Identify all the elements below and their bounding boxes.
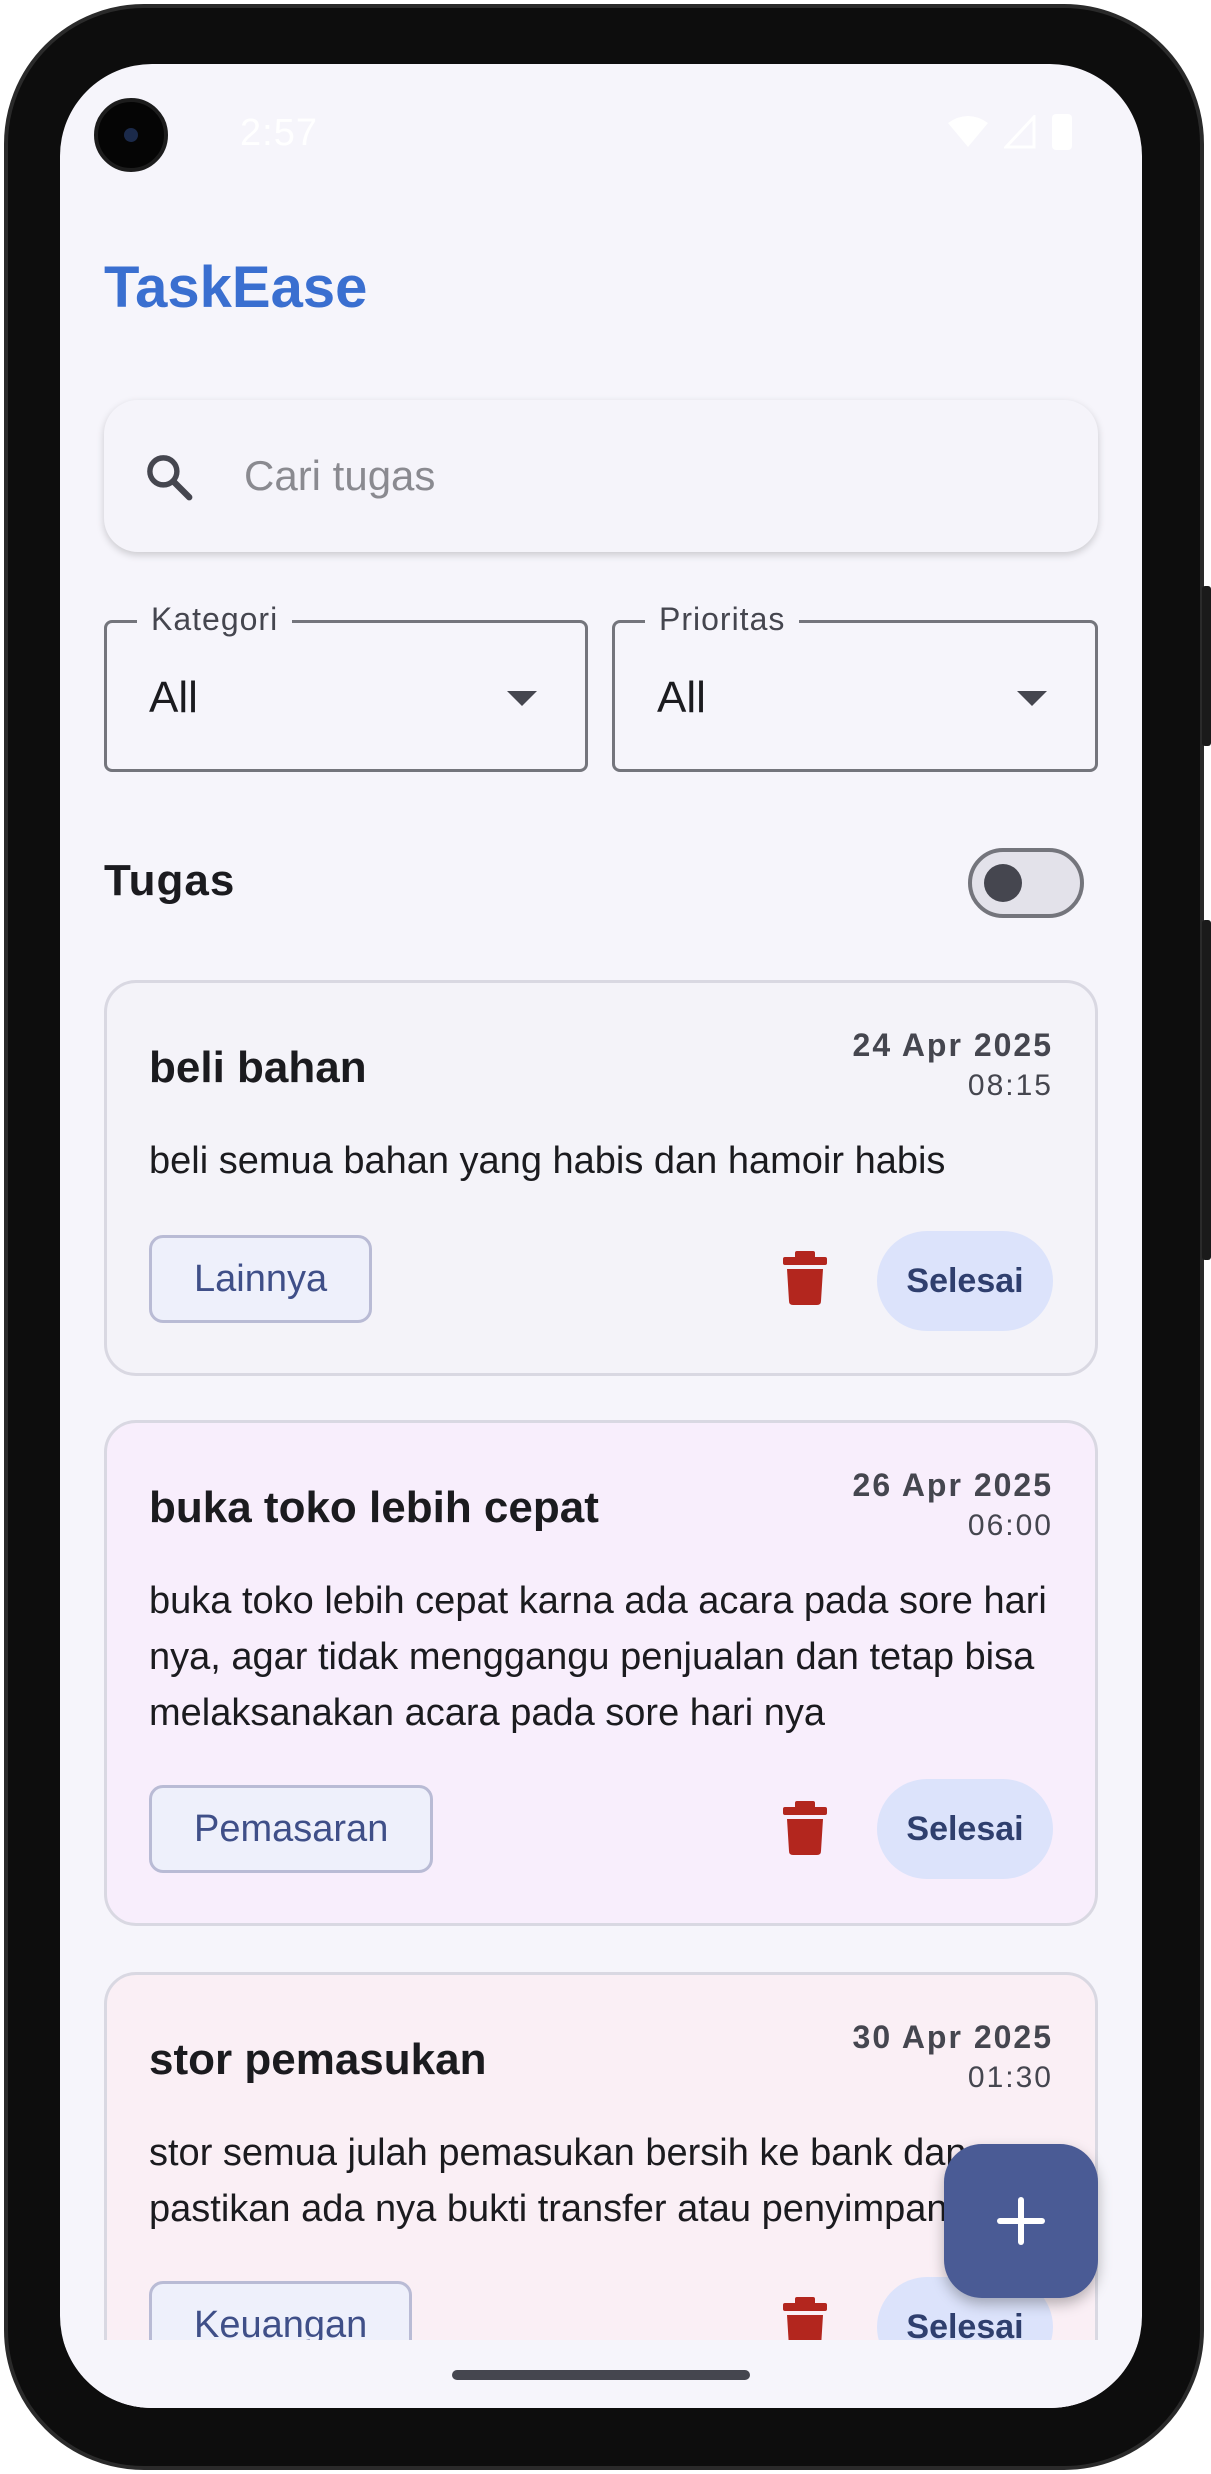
search-icon (147, 455, 193, 501)
app-screen: 2:57 TaskEase Kategori All Prioritas All… (60, 64, 1142, 2408)
task-description: beli semua bahan yang habis dan hamoir h… (149, 1140, 946, 1182)
search-input[interactable] (244, 440, 1044, 512)
task-card[interactable]: buka toko lebih cepat 26 Apr 2025 06:00 … (104, 1420, 1098, 1926)
plus-icon (997, 2197, 1045, 2245)
wifi-icon (948, 116, 988, 147)
search-bar[interactable] (104, 400, 1098, 552)
arrow-drop-down-icon (507, 691, 537, 706)
prioritas-value: All (657, 673, 706, 722)
status-time: 2:57 (240, 112, 318, 154)
add-task-fab[interactable] (944, 2144, 1098, 2298)
kategori-value: All (149, 673, 198, 722)
task-time: 01:30 (967, 2061, 1053, 2094)
home-indicator[interactable] (452, 2370, 750, 2380)
category-chip[interactable]: Lainnya (149, 1235, 373, 1323)
arrow-drop-down-icon (1017, 691, 1047, 706)
task-date: 30 Apr 2025 (852, 2019, 1053, 2055)
kategori-dropdown[interactable]: Kategori All (104, 601, 588, 772)
task-description: buka toko lebih cepat karna ada acara pa… (149, 1580, 1047, 1734)
power-button (1202, 586, 1211, 746)
task-title: stor pemasukan (149, 2035, 487, 2084)
status-icons (948, 114, 1072, 150)
volume-button (1202, 920, 1211, 1260)
app-title: TaskEase (104, 255, 368, 320)
category-chip[interactable]: Pemasaran (149, 1785, 434, 1873)
task-card[interactable]: beli bahan 24 Apr 2025 08:15 beli semua … (104, 980, 1098, 1376)
task-title: beli bahan (149, 1043, 367, 1092)
task-time: 06:00 (967, 1509, 1053, 1542)
task-description: stor semua julah pemasukan bersih ke ban… (149, 2132, 990, 2230)
task-time: 08:15 (967, 1069, 1053, 1102)
tasks-toggle-switch[interactable] (968, 848, 1084, 918)
kategori-label: Kategori (137, 601, 293, 638)
battery-icon (1052, 114, 1072, 150)
trash-icon[interactable] (783, 1801, 827, 1855)
prioritas-label: Prioritas (645, 601, 800, 638)
task-title: buka toko lebih cepat (149, 1483, 599, 1532)
signal-icon (1004, 115, 1036, 149)
task-date: 26 Apr 2025 (852, 1467, 1053, 1503)
toggle-knob (984, 864, 1022, 902)
phone-device: 2:57 TaskEase Kategori All Prioritas All… (0, 0, 1211, 2474)
selesai-button[interactable]: Selesai (877, 1779, 1053, 1879)
front-camera (94, 98, 168, 172)
trash-icon[interactable] (783, 1251, 827, 1305)
prioritas-dropdown[interactable]: Prioritas All (612, 601, 1098, 772)
section-title: Tugas (104, 856, 236, 905)
task-date: 24 Apr 2025 (852, 1027, 1053, 1063)
selesai-button[interactable]: Selesai (877, 1231, 1053, 1331)
